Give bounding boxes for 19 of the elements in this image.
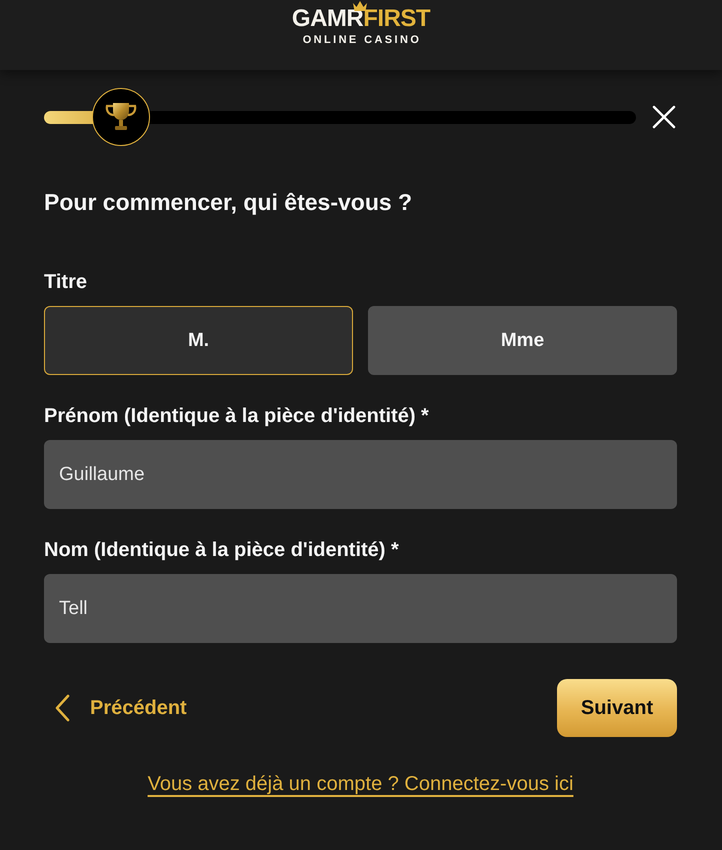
input-field[interactable]: Tell — [44, 574, 677, 643]
previous-button[interactable]: Précédent — [44, 688, 187, 728]
page-heading: Pour commencer, qui êtes-vous ? — [44, 188, 414, 216]
logo-wordmark-accent: FIRST — [363, 6, 430, 32]
field-label: Nom (Identique à la pièce d'identité) * — [44, 538, 400, 562]
close-icon — [652, 105, 676, 129]
title-option[interactable]: Mme — [368, 306, 677, 375]
input-field[interactable]: Guillaume — [44, 440, 677, 509]
chevron-left-icon — [54, 694, 70, 722]
field-label: Prénom (Identique à la pièce d'identité) * — [44, 404, 430, 428]
next-button[interactable]: Suivant — [557, 679, 677, 737]
login-link[interactable]: Vous avez déjà un compte ? Connectez-vous ici — [148, 773, 574, 796]
close-button[interactable] — [651, 104, 677, 130]
field-label: Titre — [44, 270, 88, 294]
logo-wordmark: GAMR — [292, 6, 364, 32]
title-option[interactable]: M. — [44, 306, 353, 375]
trophy-icon — [102, 101, 139, 133]
logo-tagline: ONLINE CASINO — [302, 34, 422, 46]
previous-label: Précédent — [90, 696, 187, 720]
